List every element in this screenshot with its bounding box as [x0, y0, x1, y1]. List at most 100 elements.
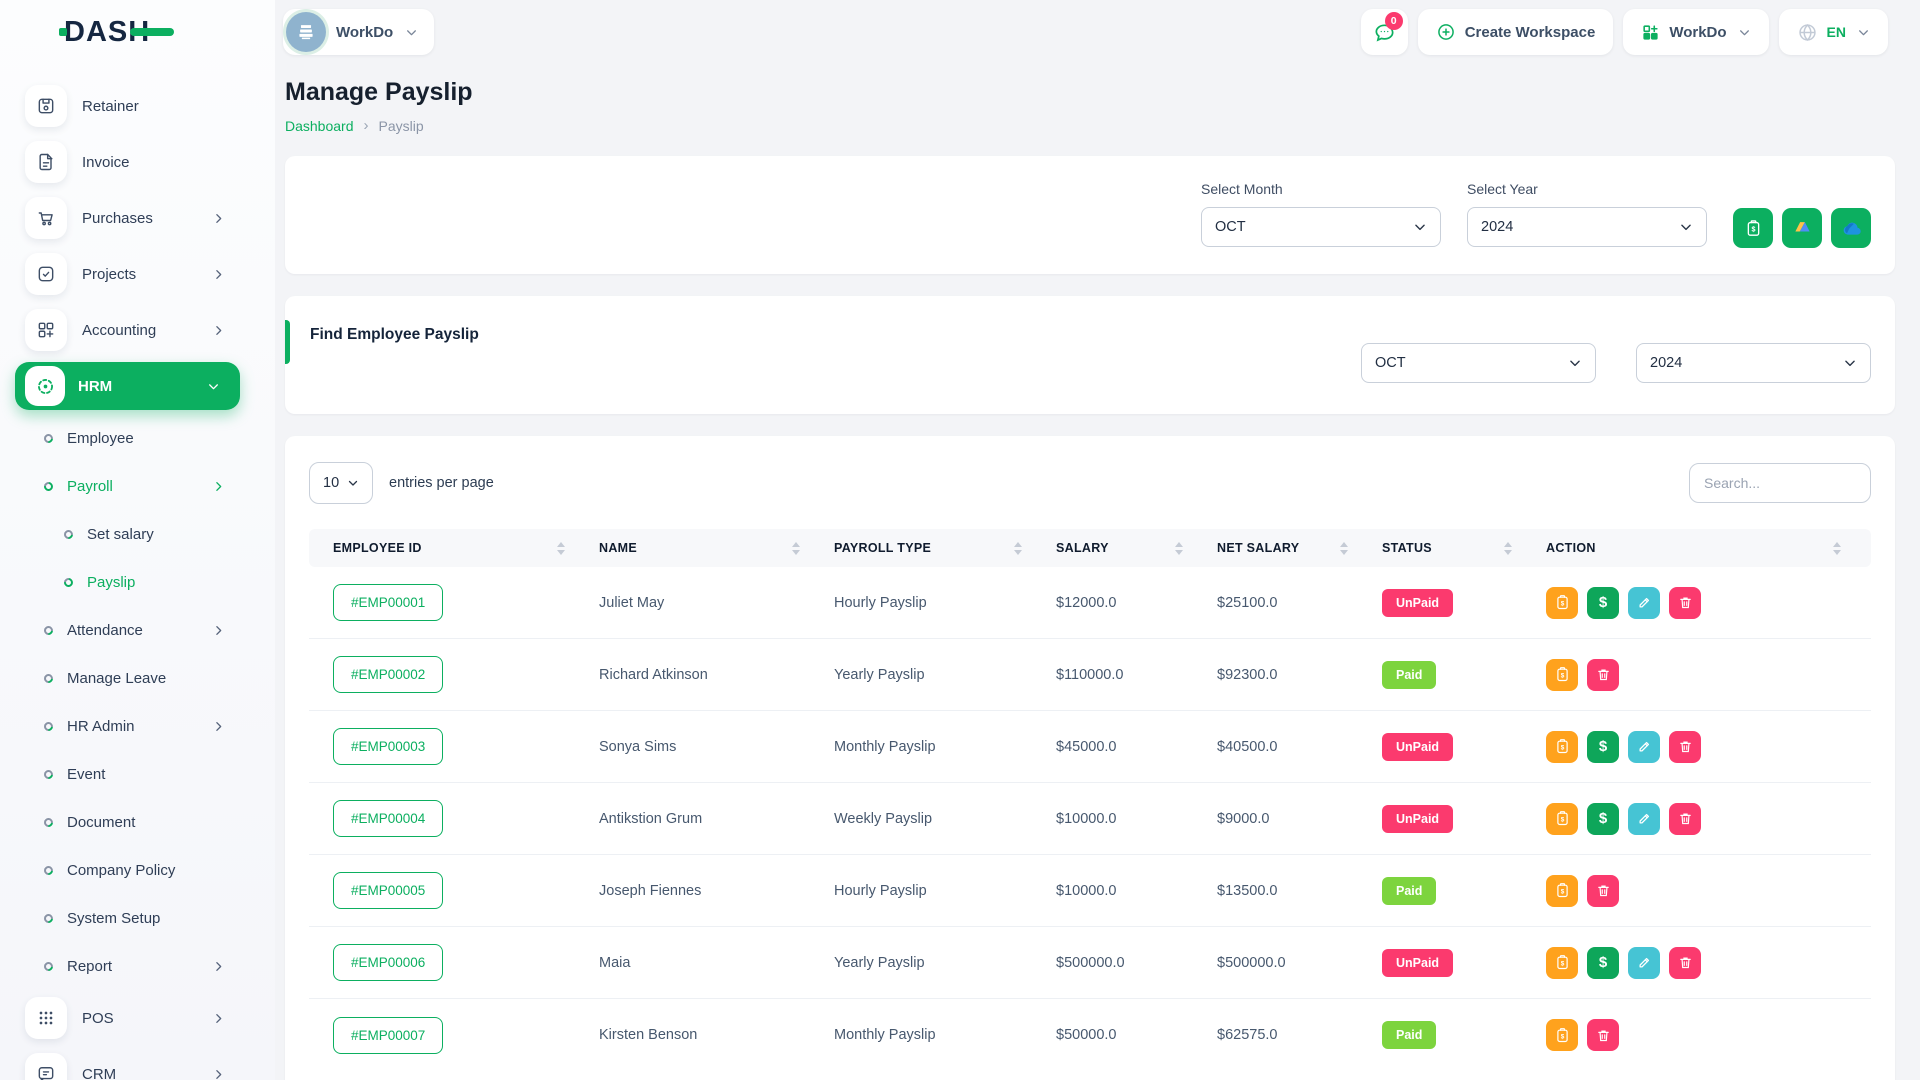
salary: $50000.0 [1032, 1027, 1193, 1043]
find-year-select[interactable]: 2024 [1636, 343, 1871, 383]
sidebar-item-pos[interactable]: POS [0, 990, 275, 1046]
column-header-salary[interactable]: SALARY [1032, 541, 1193, 555]
make-payment-button[interactable]: $ [1587, 731, 1619, 763]
payslip-detail-button[interactable]: $ [1546, 659, 1578, 691]
sidebar-item-document[interactable]: Document [0, 798, 275, 846]
sidebar-item-label: Purchases [82, 210, 153, 227]
delete-button[interactable] [1587, 1019, 1619, 1051]
sidebar-item-report[interactable]: Report [0, 942, 275, 990]
month-select[interactable]: OCT [1201, 207, 1441, 247]
globe-icon [1797, 22, 1818, 43]
payroll-type: Monthly Payslip [810, 1027, 1032, 1043]
column-header-label: NAME [599, 541, 637, 555]
sidebar-item-payslip[interactable]: Payslip [0, 558, 275, 606]
bulk-payslip-button[interactable]: $ [1733, 208, 1773, 248]
employee-id-badge[interactable]: #EMP00006 [333, 944, 443, 981]
employee-id-badge[interactable]: #EMP00007 [333, 1017, 443, 1054]
breadcrumb-dashboard-link[interactable]: Dashboard [285, 118, 354, 134]
find-month-select[interactable]: OCT [1361, 343, 1596, 383]
employee-id-badge[interactable]: #EMP00001 [333, 584, 443, 621]
sidebar-item-system-setup[interactable]: System Setup [0, 894, 275, 942]
edit-button[interactable] [1628, 947, 1660, 979]
net-salary: $40500.0 [1193, 739, 1358, 755]
messenger-button[interactable]: 0 [1361, 9, 1408, 55]
column-header-payroll-type[interactable]: PAYROLL TYPE [810, 541, 1032, 555]
sidebar-item-manage-leave[interactable]: Manage Leave [0, 654, 275, 702]
chevron-right-icon [212, 720, 225, 733]
svg-text:$: $ [1560, 960, 1564, 967]
dollar-icon: $ [1599, 954, 1607, 971]
delete-button[interactable] [1669, 731, 1701, 763]
sidebar-item-set-salary[interactable]: Set salary [0, 510, 275, 558]
chevron-down-icon [1413, 220, 1427, 234]
payslip-detail-button[interactable]: $ [1546, 587, 1578, 619]
chevron-right-icon [212, 1068, 225, 1080]
sort-icon [1833, 542, 1841, 555]
employee-id-badge[interactable]: #EMP00002 [333, 656, 443, 693]
edit-button[interactable] [1628, 731, 1660, 763]
column-header-employee-id[interactable]: EMPLOYEE ID [309, 541, 575, 555]
employee-id-badge[interactable]: #EMP00004 [333, 800, 443, 837]
sidebar-item-invoice[interactable]: Invoice [0, 134, 275, 190]
year-select[interactable]: 2024 [1467, 207, 1707, 247]
net-salary: $62575.0 [1193, 1027, 1358, 1043]
sort-icon [792, 542, 800, 555]
delete-button[interactable] [1669, 803, 1701, 835]
payslip-table-card: 10 entries per page EMPLOYEE ID NAME PAYRO… [285, 436, 1895, 1080]
workspace-switcher[interactable]: WorkDo [283, 9, 434, 55]
entries-per-page-select[interactable]: 10 [309, 462, 373, 504]
employee-name: Maia [575, 955, 810, 971]
clipboard-dollar-icon: $ [1554, 738, 1571, 755]
payslip-detail-button[interactable]: $ [1546, 947, 1578, 979]
workdo-menu-label: WorkDo [1669, 24, 1726, 41]
net-salary: $9000.0 [1193, 811, 1358, 827]
column-header-status[interactable]: STATUS [1358, 541, 1522, 555]
employee-id-badge[interactable]: #EMP00003 [333, 728, 443, 765]
accounting-icon [25, 309, 67, 351]
topbar: WorkDo 0 Create Workspace WorkDo EN [0, 0, 1920, 64]
sidebar-item-crm[interactable]: CRM [0, 1046, 275, 1080]
entries-per-page-label: entries per page [389, 475, 494, 491]
column-header-net-salary[interactable]: NET SALARY [1193, 541, 1358, 555]
delete-button[interactable] [1587, 875, 1619, 907]
sidebar-item-payroll[interactable]: Payroll [0, 462, 275, 510]
create-workspace-button[interactable]: Create Workspace [1418, 9, 1614, 55]
payslip-detail-button[interactable]: $ [1546, 875, 1578, 907]
payslip-detail-button[interactable]: $ [1546, 731, 1578, 763]
sidebar-item-projects[interactable]: Projects [0, 246, 275, 302]
sidebar-item-event[interactable]: Event [0, 750, 275, 798]
sidebar-item-purchases[interactable]: Purchases [0, 190, 275, 246]
main-content: Manage Payslip Dashboard › Payslip Selec… [285, 64, 1895, 1080]
google-drive-button[interactable] [1782, 208, 1822, 248]
employee-id-badge[interactable]: #EMP00005 [333, 872, 443, 909]
one-drive-button[interactable] [1831, 208, 1871, 248]
sidebar-item-label: Invoice [82, 154, 130, 171]
sidebar-item-hrm[interactable]: HRM [15, 362, 240, 410]
sidebar-item-hr-admin[interactable]: HR Admin [0, 702, 275, 750]
edit-button[interactable] [1628, 587, 1660, 619]
column-header-name[interactable]: NAME [575, 541, 810, 555]
payslip-detail-button[interactable]: $ [1546, 1019, 1578, 1051]
sidebar-item-company-policy[interactable]: Company Policy [0, 846, 275, 894]
sidebar-item-accounting[interactable]: Accounting [0, 302, 275, 358]
salary: $45000.0 [1032, 739, 1193, 755]
search-input[interactable] [1689, 463, 1871, 503]
column-header-action[interactable]: ACTION [1522, 541, 1871, 555]
sidebar-item-employee[interactable]: Employee [0, 414, 275, 462]
clipboard-dollar-icon: $ [1554, 1027, 1571, 1044]
edit-button[interactable] [1628, 803, 1660, 835]
make-payment-button[interactable]: $ [1587, 587, 1619, 619]
make-payment-button[interactable]: $ [1587, 947, 1619, 979]
pencil-icon [1637, 955, 1652, 970]
delete-button[interactable] [1669, 947, 1701, 979]
delete-button[interactable] [1669, 587, 1701, 619]
language-selector[interactable]: EN [1779, 9, 1888, 55]
make-payment-button[interactable]: $ [1587, 803, 1619, 835]
payslip-detail-button[interactable]: $ [1546, 803, 1578, 835]
sidebar-item-retainer[interactable]: Retainer [0, 78, 275, 134]
sidebar-item-attendance[interactable]: Attendance [0, 606, 275, 654]
sidebar-item-label: Manage Leave [67, 670, 166, 687]
workdo-menu-button[interactable]: WorkDo [1623, 9, 1768, 55]
delete-button[interactable] [1587, 659, 1619, 691]
plus-circle-icon [1436, 22, 1456, 42]
